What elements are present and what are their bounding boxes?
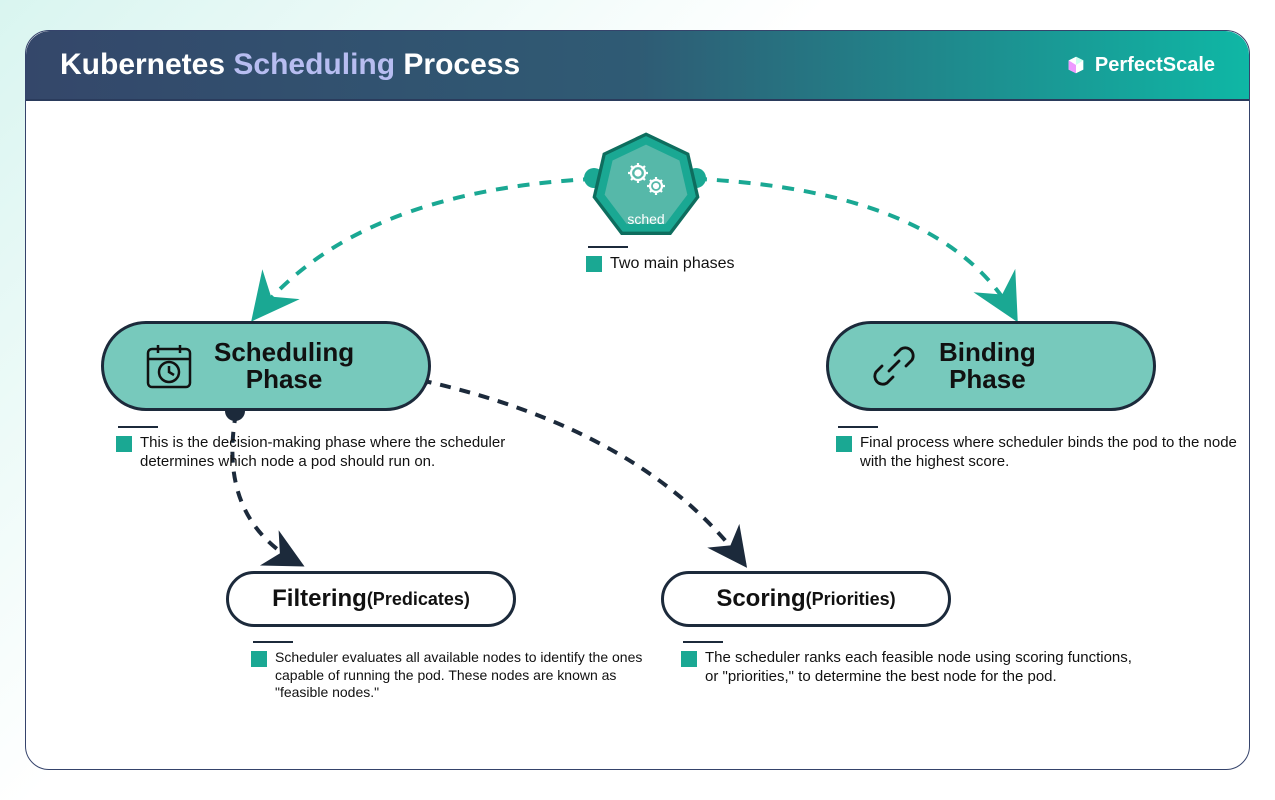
scheduler-note-text: Two main phases xyxy=(610,254,735,274)
divider xyxy=(683,641,723,643)
bullet-icon xyxy=(251,651,267,667)
divider xyxy=(588,246,628,248)
title-suffix: Process xyxy=(395,48,520,81)
diagram-canvas: sched Two main phases Scheduling xyxy=(26,101,1249,769)
header-bar: Kubernetes Scheduling Process PerfectSca… xyxy=(26,31,1249,101)
scoring-desc: The scheduler ranks each feasible node u… xyxy=(681,641,1145,687)
filtering-sublabel: (Predicates) xyxy=(367,589,470,610)
filtering-node: Filtering (Predicates) xyxy=(226,571,516,627)
scoring-node: Scoring (Priorities) xyxy=(661,571,951,627)
divider xyxy=(118,426,158,428)
scheduler-note: Two main phases xyxy=(586,246,735,274)
filtering-desc: Scheduler evaluates all available nodes … xyxy=(251,641,645,702)
title-accent: Scheduling xyxy=(233,48,395,81)
binding-desc: Final process where scheduler binds the … xyxy=(836,426,1249,472)
bullet-icon xyxy=(681,651,697,667)
link-icon xyxy=(867,339,921,393)
bullet-icon xyxy=(586,256,602,272)
perfectscale-logo-icon xyxy=(1065,54,1087,76)
brand-block: PerfectScale xyxy=(1065,54,1215,77)
bullet-icon xyxy=(116,436,132,452)
binding-desc-text: Final process where scheduler binds the … xyxy=(860,434,1249,472)
scheduling-phase-label: Scheduling Phase xyxy=(214,339,354,394)
bullet-icon xyxy=(836,436,852,452)
page-title: Kubernetes Scheduling Process xyxy=(60,48,520,82)
brand-name: PerfectScale xyxy=(1095,54,1215,77)
calendar-clock-icon xyxy=(142,339,196,393)
binding-phase-node: Binding Phase xyxy=(826,321,1156,411)
divider xyxy=(838,426,878,428)
scheduling-phase-node: Scheduling Phase xyxy=(101,321,431,411)
diagram-card: Kubernetes Scheduling Process PerfectSca… xyxy=(25,30,1250,770)
binding-phase-label: Binding Phase xyxy=(939,339,1036,394)
scheduling-desc-text: This is the decision-making phase where … xyxy=(140,434,550,472)
divider xyxy=(253,641,293,643)
scoring-label: Scoring xyxy=(716,585,805,613)
scheduler-node: sched xyxy=(591,131,701,241)
filtering-desc-text: Scheduler evaluates all available nodes … xyxy=(275,649,645,702)
scheduler-label: sched xyxy=(627,211,664,227)
scoring-desc-text: The scheduler ranks each feasible node u… xyxy=(705,649,1145,687)
scheduling-desc: This is the decision-making phase where … xyxy=(116,426,550,472)
title-prefix: Kubernetes xyxy=(60,48,233,81)
scoring-sublabel: (Priorities) xyxy=(806,589,896,610)
gears-icon xyxy=(623,159,669,199)
filtering-label: Filtering xyxy=(272,585,367,613)
